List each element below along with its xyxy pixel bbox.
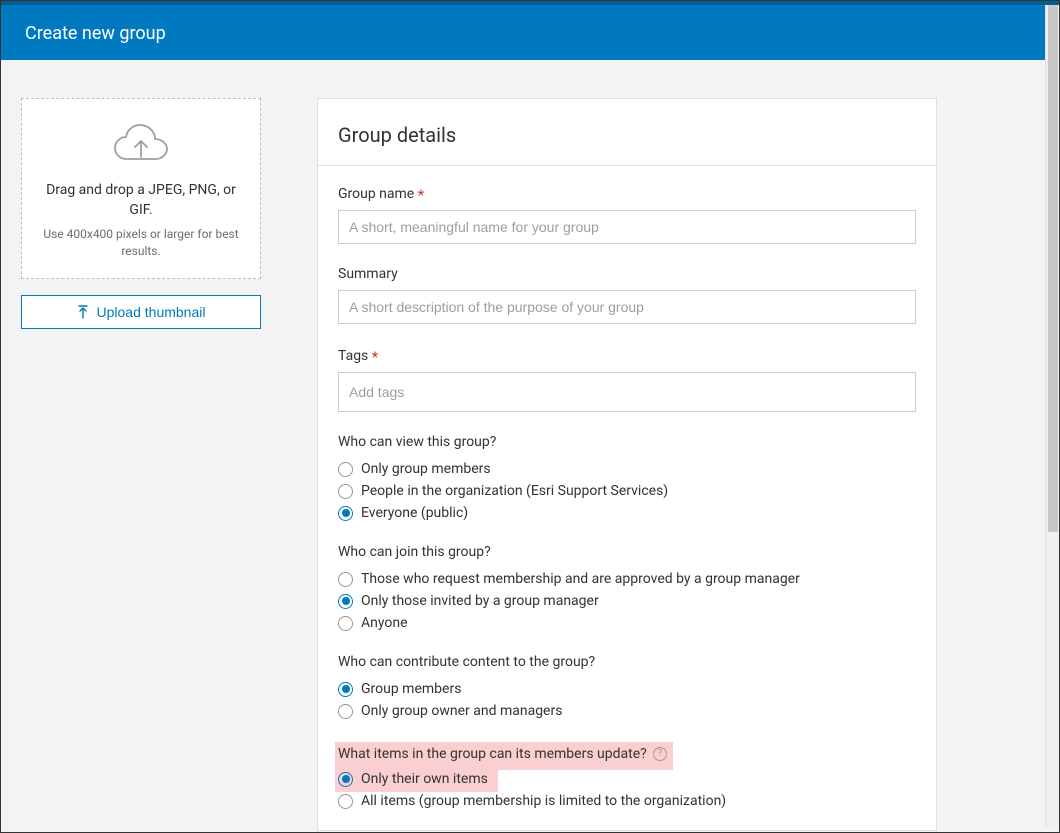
tags-input[interactable]	[338, 372, 916, 412]
view-option-members[interactable]: Only group members	[338, 460, 916, 478]
upload-thumbnail-label: Upload thumbnail	[97, 304, 206, 320]
radio-icon	[338, 772, 353, 787]
radio-label: Only those invited by a group manager	[361, 593, 599, 609]
group-name-label: Group name *	[338, 184, 916, 202]
group-details-panel: Group details Group name * Summary Tags …	[317, 98, 937, 831]
view-option-org[interactable]: People in the organization (Esri Support…	[338, 482, 916, 500]
dropzone-text: Drag and drop a JPEG, PNG, or GIF.	[36, 181, 246, 220]
view-question: Who can view this group? Only group memb…	[338, 434, 916, 522]
radio-icon	[338, 682, 353, 697]
radio-label: Only group owner and managers	[361, 703, 562, 719]
help-icon[interactable]: ?	[653, 747, 667, 761]
form-body: Group name * Summary Tags * Who can view…	[318, 166, 936, 831]
radio-label: Only their own items	[361, 771, 488, 787]
group-name-field: Group name *	[338, 184, 916, 244]
join-option-invited[interactable]: Only those invited by a group manager	[338, 592, 916, 610]
radio-icon	[338, 462, 353, 477]
contribute-option-members[interactable]: Group members	[338, 680, 916, 698]
scrollbar[interactable]	[1045, 5, 1059, 828]
required-indicator: *	[372, 348, 378, 366]
radio-icon	[338, 572, 353, 587]
thumbnail-column: Drag and drop a JPEG, PNG, or GIF. Use 4…	[21, 98, 261, 831]
join-option-request[interactable]: Those who request membership and are app…	[338, 570, 916, 588]
radio-label: Group members	[361, 681, 461, 697]
tags-label: Tags *	[338, 346, 916, 364]
update-option-all[interactable]: All items (group membership is limited t…	[338, 792, 916, 810]
required-indicator: *	[418, 186, 424, 204]
summary-field: Summary	[338, 266, 916, 324]
modal-title: Create new group	[25, 23, 166, 44]
cloud-upload-icon	[113, 121, 169, 167]
radio-icon	[338, 616, 353, 631]
radio-icon	[338, 506, 353, 521]
view-option-public[interactable]: Everyone (public)	[338, 504, 916, 522]
contribute-question: Who can contribute content to the group?…	[338, 654, 916, 720]
radio-label: People in the organization (Esri Support…	[361, 483, 668, 499]
radio-icon	[338, 484, 353, 499]
join-question-label: Who can join this group?	[338, 544, 916, 560]
tags-field: Tags *	[338, 346, 916, 412]
upload-thumbnail-button[interactable]: Upload thumbnail	[21, 295, 261, 329]
update-question: What items in the group can its members …	[338, 742, 916, 810]
group-name-input[interactable]	[338, 210, 916, 244]
scrollbar-thumb[interactable]	[1048, 5, 1058, 532]
thumbnail-dropzone[interactable]: Drag and drop a JPEG, PNG, or GIF. Use 4…	[21, 98, 261, 279]
radio-icon	[338, 794, 353, 809]
summary-label: Summary	[338, 266, 916, 282]
join-question: Who can join this group? Those who reque…	[338, 544, 916, 632]
view-question-label: Who can view this group?	[338, 434, 916, 450]
summary-input[interactable]	[338, 290, 916, 324]
radio-icon	[338, 704, 353, 719]
radio-label: Everyone (public)	[361, 505, 468, 521]
join-option-anyone[interactable]: Anyone	[338, 614, 916, 632]
contribute-question-label: Who can contribute content to the group?	[338, 654, 916, 670]
radio-icon	[338, 594, 353, 609]
update-question-label: What items in the group can its members …	[338, 746, 647, 762]
radio-label: Anyone	[361, 615, 408, 631]
modal-header: Create new group	[1, 1, 1059, 60]
content-area: Drag and drop a JPEG, PNG, or GIF. Use 4…	[1, 60, 1059, 831]
radio-label: Only group members	[361, 461, 491, 477]
radio-label: Those who request membership and are app…	[361, 571, 800, 587]
contribute-option-owner[interactable]: Only group owner and managers	[338, 702, 916, 720]
radio-label: All items (group membership is limited t…	[361, 793, 726, 809]
update-option-own[interactable]: Only their own items	[335, 770, 488, 788]
panel-title: Group details	[318, 99, 936, 166]
dropzone-subtext: Use 400x400 pixels or larger for best re…	[36, 226, 246, 260]
upload-arrow-icon	[77, 305, 89, 319]
